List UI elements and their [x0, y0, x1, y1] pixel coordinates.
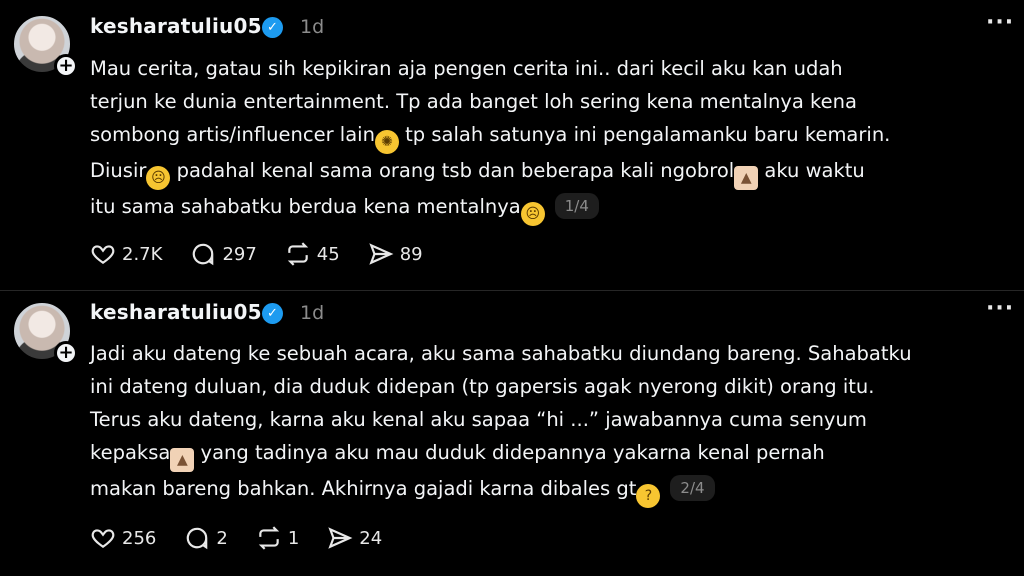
post-text-line: Terus aku dateng, karna aku kenal aku sa…	[90, 408, 867, 431]
share-icon	[328, 527, 353, 549]
share-button[interactable]: 89	[368, 241, 423, 267]
comment-count: 2	[216, 527, 228, 549]
repost-button[interactable]: 1	[256, 525, 299, 551]
action-bar: 256 2 1 24	[90, 525, 410, 551]
thread-counter: 2/4	[670, 475, 715, 501]
thread-post: + kesharatuliu05 ✓ 1d ··· Mau cerita, ga…	[0, 0, 1024, 291]
downcast-sweat-emoji: ☹	[520, 202, 545, 226]
post-text-line: Mau cerita, gatau sih kepikiran aja peng…	[90, 57, 843, 80]
comment-icon	[187, 527, 208, 550]
repost-button[interactable]: 45	[285, 241, 340, 267]
repost-icon	[258, 526, 280, 550]
timestamp: 1d	[300, 16, 325, 38]
timestamp: 1d	[300, 302, 325, 324]
post-text-line: Jadi aku dateng ke sebuah acara, aku sam…	[90, 342, 912, 365]
repost-count: 45	[316, 243, 340, 265]
post-text-line: makan bareng bahkan. Akhirnya gajadi kar…	[90, 472, 995, 508]
post-text-line: ini dateng duluan, dia duduk didepan (tp…	[90, 375, 875, 398]
username[interactable]: kesharatuliu05	[90, 300, 262, 324]
avatar[interactable]: +	[12, 301, 78, 365]
share-count: 24	[359, 527, 383, 549]
comment-button[interactable]: 297	[190, 241, 257, 267]
avatar[interactable]: +	[12, 14, 78, 78]
more-options-icon[interactable]: ···	[986, 10, 1014, 35]
follow-plus-icon[interactable]: +	[54, 54, 78, 78]
post-text-line: itu sama sahabatku berdua kena mentalnya…	[90, 190, 995, 226]
post-text-line: sombong artis/influencer lain ✺ tp salah …	[90, 118, 995, 154]
like-count: 2.7K	[122, 243, 163, 265]
username[interactable]: kesharatuliu05	[90, 14, 262, 38]
comment-icon	[193, 243, 214, 266]
exploding-head-emoji: ✺	[374, 130, 399, 154]
repost-count: 1	[287, 527, 300, 549]
post-text-line: Diusir ☹ padahal kenal sama orang tsb dan…	[90, 154, 995, 190]
folded-hands-emoji: ▲	[734, 166, 759, 190]
like-count: 256	[122, 527, 157, 549]
more-options-icon[interactable]: ···	[986, 296, 1014, 321]
verified-badge-icon: ✓	[262, 303, 283, 324]
thread-counter: 1/4	[554, 193, 599, 219]
post-text: Jadi aku dateng ke sebuah acara, aku sam…	[90, 337, 995, 508]
follow-plus-icon[interactable]: +	[54, 341, 78, 365]
heart-icon	[91, 529, 115, 548]
verified-badge-icon: ✓	[262, 17, 283, 38]
like-button[interactable]: 256	[90, 525, 156, 551]
post-text-line: kepaksa ▲ yang tadinya aku mau duduk dide…	[90, 436, 995, 472]
post-text: Mau cerita, gatau sih kepikiran aja peng…	[90, 52, 995, 226]
post-text-line: terjun ke dunia entertainment. Tp ada ba…	[90, 90, 857, 113]
share-count: 89	[399, 243, 423, 265]
thinking-face-emoji: ?	[636, 484, 661, 508]
share-icon	[369, 243, 394, 265]
like-button[interactable]: 2.7K	[90, 241, 162, 267]
thread-post: + kesharatuliu05 ✓ 1d ··· Jadi aku daten…	[0, 291, 1024, 576]
share-button[interactable]: 24	[327, 525, 382, 551]
heart-icon	[91, 245, 115, 264]
comment-button[interactable]: 2	[184, 525, 228, 551]
action-bar: 2.7K 297 45 89	[90, 241, 451, 267]
comment-count: 297	[222, 243, 257, 265]
folded-hands-emoji: ▲	[170, 448, 195, 472]
repost-icon	[287, 242, 308, 266]
downcast-sweat-emoji: ☹	[146, 166, 171, 190]
